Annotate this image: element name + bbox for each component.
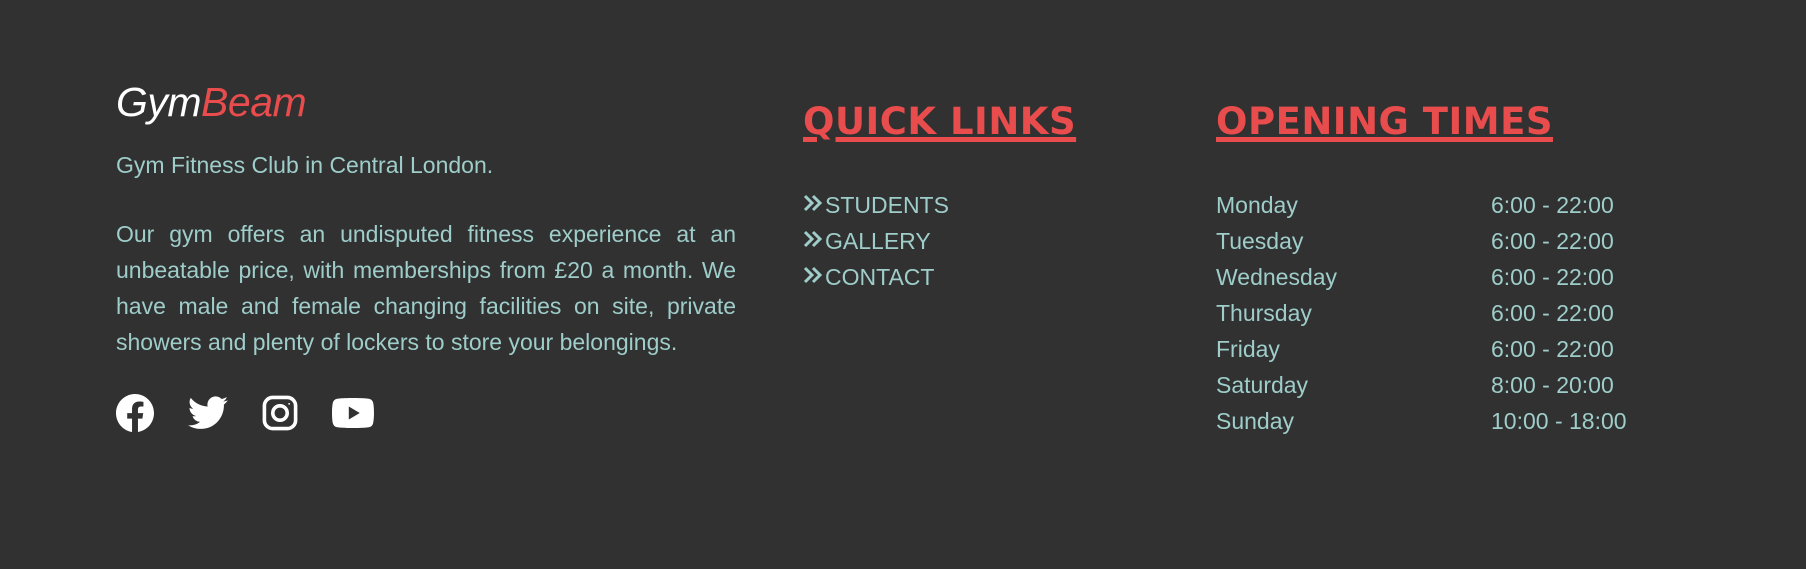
opening-times-row: Sunday 10:00 - 18:00 (1216, 403, 1627, 439)
day-label: Sunday (1216, 407, 1295, 434)
quick-link-label[interactable]: STUDENTS (825, 192, 949, 219)
double-chevron-right-icon (803, 192, 823, 219)
quick-link-label[interactable]: CONTACT (825, 264, 934, 291)
social-links (116, 394, 736, 432)
quick-links-column: QUICK LINKS STUDENTS GALLERY CONTACT (803, 100, 1076, 295)
opening-times-heading: OPENING TIMES (1216, 100, 1554, 143)
time-range: 6:00 - 22:00 (1491, 191, 1614, 218)
time-range: 10:00 - 18:00 (1491, 407, 1627, 434)
instagram-icon[interactable] (262, 395, 298, 431)
double-chevron-right-icon (803, 228, 823, 255)
opening-times-row: Friday 6:00 - 22:00 (1216, 331, 1627, 367)
logo-text-gym: Gym (116, 79, 202, 125)
gymbeam-logo[interactable]: GymBeam (116, 80, 736, 124)
logo-text-beam: Beam (201, 79, 307, 125)
day-label: Friday (1216, 335, 1280, 362)
quick-link-students[interactable]: STUDENTS (803, 187, 1076, 223)
day-label: Thursday (1216, 299, 1312, 326)
time-range: 6:00 - 22:00 (1491, 227, 1614, 254)
quick-link-contact[interactable]: CONTACT (803, 259, 1076, 295)
quick-links-list: STUDENTS GALLERY CONTACT (803, 187, 1076, 295)
site-footer: GymBeam Gym Fitness Club in Central Lond… (0, 0, 1806, 569)
time-range: 6:00 - 22:00 (1491, 335, 1614, 362)
opening-times-row: Saturday 8:00 - 20:00 (1216, 367, 1627, 403)
about-description: Our gym offers an undisputed fitness exp… (116, 221, 736, 355)
youtube-icon[interactable] (332, 398, 374, 428)
day-label: Wednesday (1216, 263, 1338, 290)
opening-times-row: Tuesday 6:00 - 22:00 (1216, 223, 1627, 259)
opening-times-row: Wednesday 6:00 - 22:00 (1216, 259, 1627, 295)
time-range: 6:00 - 22:00 (1491, 299, 1614, 326)
opening-times-table: Monday 6:00 - 22:00 Tuesday 6:00 - 22:00… (1216, 187, 1627, 439)
about-column: GymBeam Gym Fitness Club in Central Lond… (116, 80, 736, 432)
double-chevron-right-icon (803, 264, 823, 291)
day-label: Monday (1216, 191, 1298, 218)
quick-links-heading: QUICK LINKS (803, 100, 1077, 143)
twitter-icon[interactable] (188, 396, 228, 430)
tagline: Gym Fitness Club in Central London. (116, 152, 494, 178)
opening-times-column: OPENING TIMES Monday 6:00 - 22:00 Tuesda… (1216, 100, 1627, 439)
quick-link-label[interactable]: GALLERY (825, 228, 931, 255)
quick-link-gallery[interactable]: GALLERY (803, 223, 1076, 259)
facebook-icon[interactable] (116, 394, 154, 432)
time-range: 8:00 - 20:00 (1491, 371, 1614, 398)
time-range: 6:00 - 22:00 (1491, 263, 1614, 290)
day-label: Saturday (1216, 371, 1309, 398)
opening-times-row: Thursday 6:00 - 22:00 (1216, 295, 1627, 331)
day-label: Tuesday (1216, 227, 1304, 254)
opening-times-row: Monday 6:00 - 22:00 (1216, 187, 1627, 223)
